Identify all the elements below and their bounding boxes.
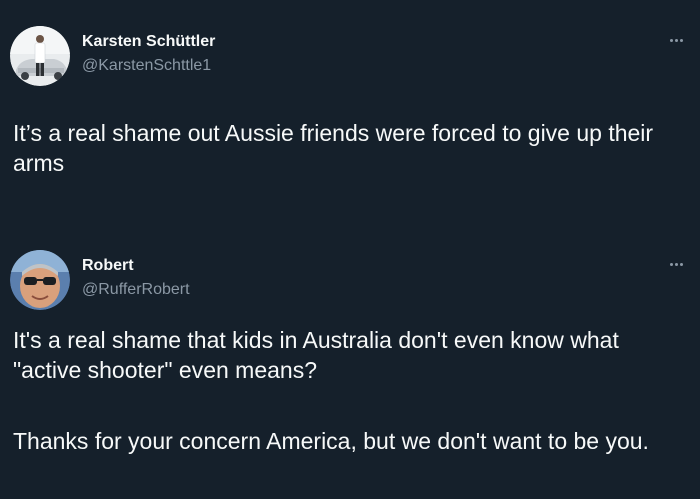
- more-horizontal-icon: [669, 262, 673, 266]
- user-handle[interactable]: @KarstenSchttle1: [82, 57, 211, 75]
- avatar[interactable]: [10, 26, 70, 86]
- tweet-text-paragraph: Thanks for your concern America, but we …: [13, 428, 649, 454]
- tweet-text-paragraph: It's a real shame that kids in Australia…: [13, 327, 619, 383]
- more-horizontal-icon: [674, 38, 678, 42]
- more-horizontal-icon: [674, 262, 678, 266]
- more-horizontal-icon: [679, 262, 683, 266]
- tweet-thread: Karsten Schüttler @KarstenSchttle1 It’s …: [0, 0, 700, 499]
- tweet-text: It’s a real shame out Aussie friends wer…: [13, 120, 654, 176]
- avatar-photo-man-by-car: [10, 26, 70, 86]
- more-options-button[interactable]: [664, 254, 688, 274]
- display-name[interactable]: Robert: [82, 257, 134, 275]
- user-handle[interactable]: @RufferRobert: [82, 281, 190, 299]
- more-horizontal-icon: [669, 38, 673, 42]
- display-name[interactable]: Karsten Schüttler: [82, 33, 215, 51]
- more-horizontal-icon: [679, 38, 683, 42]
- avatar-photo-man-sunglasses: [10, 250, 70, 310]
- avatar[interactable]: [10, 250, 70, 310]
- more-options-button[interactable]: [664, 30, 688, 50]
